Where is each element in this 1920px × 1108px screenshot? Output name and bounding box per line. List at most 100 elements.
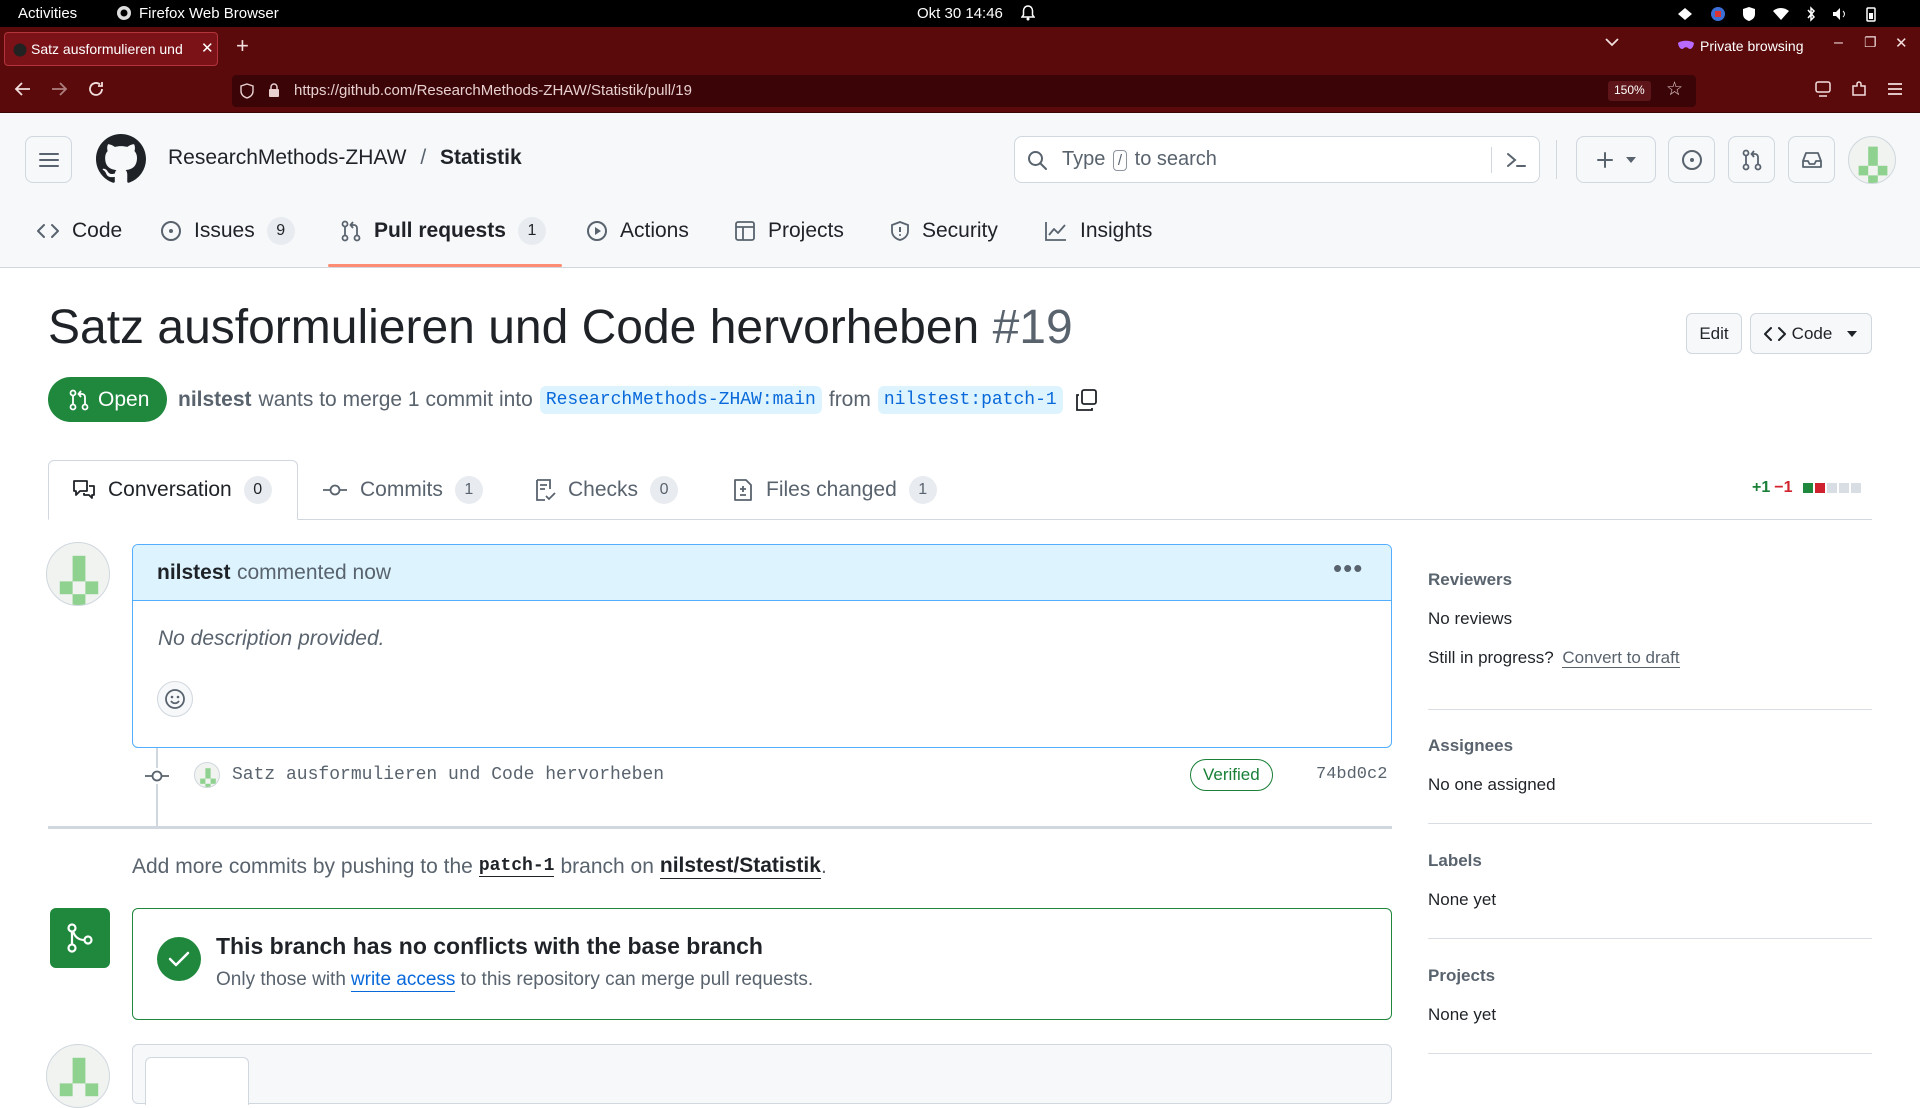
base-branch-chip[interactable]: ResearchMethods-ZHAW:main (539, 386, 822, 414)
user-avatar[interactable] (1848, 136, 1896, 184)
code-dropdown-button[interactable]: Code (1750, 313, 1872, 354)
timeline-line (156, 748, 158, 828)
browser-tab[interactable]: Satz ausformulieren und ✕ (4, 32, 218, 66)
github-logo-icon[interactable] (96, 134, 146, 184)
assignees-value: No one assigned (1428, 775, 1556, 794)
repo-nav-actions[interactable]: Actions (586, 203, 689, 258)
comment-author-link[interactable]: nilstest (157, 561, 231, 585)
create-new-button[interactable] (1576, 136, 1656, 183)
bookmark-star-icon[interactable]: ☆ (1666, 78, 1683, 101)
graph-icon (1045, 221, 1066, 241)
repo-nav-issues[interactable]: Issues 9 (160, 203, 295, 258)
plus-icon (1597, 151, 1613, 168)
close-window-button[interactable]: ✕ (1895, 34, 1908, 52)
push-hint-repo-link[interactable]: nilstest/Statistik (659, 854, 821, 879)
repo-nav-issues-label: Issues (194, 218, 255, 242)
global-nav-menu-button[interactable] (25, 136, 72, 183)
github-favicon-icon (13, 43, 27, 57)
vpn-extension-icon[interactable] (1814, 80, 1832, 98)
projects-heading[interactable]: Projects (1428, 966, 1495, 986)
repo-nav-security[interactable]: Security (890, 203, 998, 258)
reviewers-heading[interactable]: Reviewers (1428, 570, 1512, 590)
system-top-bar: Activities Firefox Web Browser Okt 30 14… (0, 0, 1920, 27)
list-tabs-chevron-icon[interactable] (1604, 37, 1620, 47)
repo-nav-projects[interactable]: Projects (734, 203, 844, 258)
diffstat-deletions: −1 (1774, 479, 1793, 496)
push-hint-mid: branch on (560, 854, 654, 878)
search-divider (1491, 147, 1492, 173)
tab-commits[interactable]: Commits 1 (322, 460, 483, 520)
issue-opened-icon (1681, 149, 1702, 170)
battery-icon (1866, 7, 1876, 22)
pr-number: #19 (992, 301, 1073, 354)
new-tab-button[interactable]: + (236, 33, 249, 59)
wifi-icon (1773, 8, 1789, 20)
push-hint-branch[interactable]: patch-1 (478, 856, 555, 877)
repo-name-link[interactable]: Statistik (440, 146, 522, 169)
sidebar-divider (1428, 709, 1872, 710)
edit-title-button[interactable]: Edit (1686, 313, 1742, 354)
commit-sha-link[interactable]: 74bd0c2 (1316, 765, 1387, 784)
tab-close-icon[interactable]: ✕ (201, 39, 214, 57)
commit-author-avatar[interactable] (194, 762, 220, 788)
system-tray[interactable] (1676, 4, 1916, 24)
search-input[interactable]: Type / to search (1014, 136, 1540, 183)
browser-nav-bar: https://github.com/ResearchMethods-ZHAW/… (0, 69, 1920, 113)
pull-requests-button[interactable] (1728, 136, 1775, 183)
commits-count-badge: 1 (454, 476, 483, 504)
comment-options-kebab-icon[interactable]: ••• (1333, 553, 1363, 584)
code-icon (1763, 326, 1786, 341)
tab-checks[interactable]: Checks 0 (534, 460, 679, 520)
merge-status-icon-box (50, 908, 110, 968)
code-icon (37, 223, 59, 238)
labels-heading[interactable]: Labels (1428, 851, 1482, 871)
reload-icon[interactable] (87, 80, 105, 98)
search-placeholder: Type / to search (1062, 148, 1217, 171)
push-hint-text: Add more commits by pushing to the (132, 854, 473, 878)
restore-button[interactable]: ❐ (1864, 34, 1877, 51)
app-menu[interactable]: Firefox Web Browser (139, 5, 279, 22)
merge-box-subtitle-post: to this repository can merge pull reques… (460, 969, 814, 990)
back-arrow-icon[interactable] (14, 80, 32, 98)
sidebar-divider (1428, 938, 1872, 939)
activities-button[interactable]: Activities (18, 5, 77, 22)
minimize-button[interactable]: – (1834, 34, 1843, 52)
breadcrumb: ResearchMethods-ZHAW / Statistik (168, 146, 522, 170)
smiley-icon (165, 689, 185, 709)
assignees-heading[interactable]: Assignees (1428, 736, 1513, 756)
firefox-app-icon (116, 5, 132, 21)
composer-avatar[interactable] (46, 1044, 110, 1108)
tab-conversation[interactable]: Conversation 0 (72, 460, 272, 520)
inbox-button[interactable] (1788, 136, 1835, 183)
tab-conversation-label: Conversation (108, 478, 232, 501)
merge-box: This branch has no conflicts with the ba… (132, 908, 1392, 1020)
comment-author-avatar[interactable] (46, 542, 110, 606)
issues-button[interactable] (1668, 136, 1715, 183)
sidebar-divider (1428, 1053, 1872, 1054)
repo-nav-actions-label: Actions (620, 218, 689, 242)
hamburger-menu-icon[interactable] (1886, 80, 1904, 98)
add-reaction-button[interactable] (157, 681, 193, 717)
repo-nav-pull-requests[interactable]: Pull requests 1 (340, 203, 546, 258)
forward-arrow-icon[interactable] (50, 80, 68, 98)
pr-author-link[interactable]: nilstest (178, 388, 252, 412)
clock[interactable]: Okt 30 14:46 (917, 5, 1003, 22)
extensions-puzzle-icon[interactable] (1850, 80, 1868, 98)
tab-files-changed[interactable]: Files changed 1 (732, 460, 937, 520)
convert-to-draft-link[interactable]: Convert to draft (1562, 648, 1680, 668)
verified-badge[interactable]: Verified (1190, 759, 1273, 791)
commit-message-link[interactable]: Satz ausformulieren und Code hervorheben (232, 765, 664, 785)
repo-nav-code[interactable]: Code (36, 203, 122, 258)
reviewers-value: No reviews (1428, 609, 1513, 628)
head-branch-chip[interactable]: nilstest:patch-1 (877, 386, 1063, 414)
repo-nav-insights[interactable]: Insights (1044, 203, 1152, 258)
url-bar[interactable]: https://github.com/ResearchMethods-ZHAW/… (232, 75, 1696, 107)
composer-write-tab[interactable] (145, 1057, 249, 1105)
file-diff-icon (734, 479, 752, 501)
repo-owner-link[interactable]: ResearchMethods-ZHAW (168, 146, 406, 169)
draft-hint: Still in progress? Convert to draft (1428, 648, 1680, 668)
write-access-link[interactable]: write access (350, 969, 456, 992)
comment-composer[interactable] (132, 1044, 1392, 1105)
draft-hint-text: Still in progress? (1428, 648, 1554, 667)
zoom-level[interactable]: 150% (1608, 81, 1651, 101)
